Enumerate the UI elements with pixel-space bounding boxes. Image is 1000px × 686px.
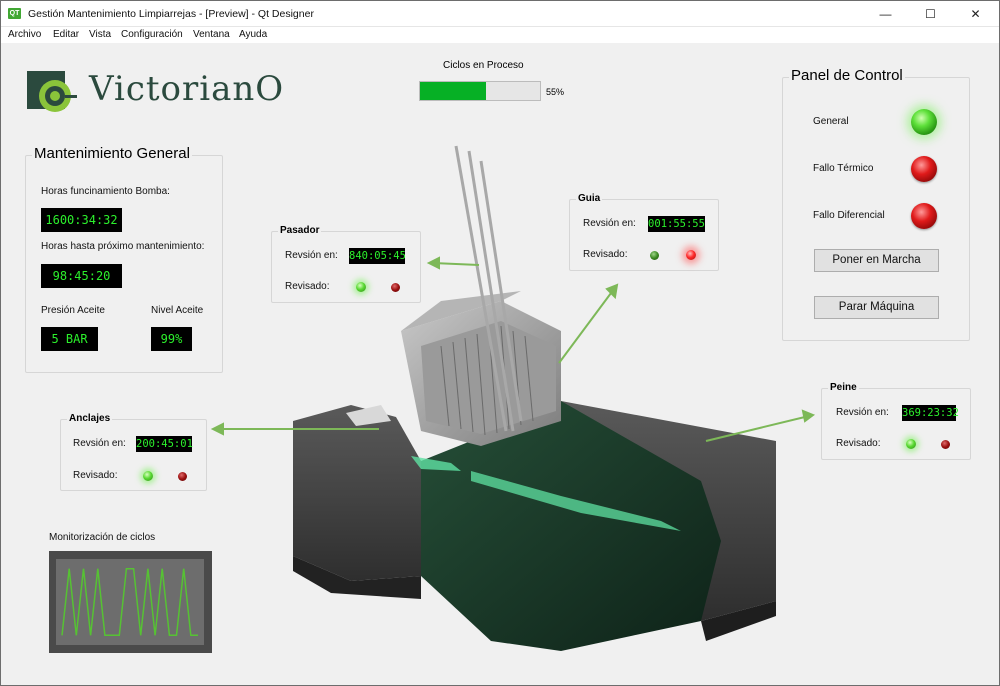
peine-ok-led-icon <box>906 439 916 449</box>
minimize-icon[interactable]: — <box>863 1 908 27</box>
oil-level-label: Nivel Aceite <box>151 305 204 316</box>
guia-group: Guia Revsión en: 001:55:55 Revisado: <box>569 193 719 271</box>
anclajes-ok-led-icon <box>143 471 153 481</box>
oil-level-display: 99% <box>151 327 192 351</box>
cycles-monitor-screen <box>56 559 204 645</box>
guia-revision-display: 001:55:55 <box>648 216 705 232</box>
next-maintenance-display: 98:45:20 <box>41 264 122 288</box>
pasador-checked-label: Revisado: <box>285 281 330 292</box>
stop-machine-button[interactable]: Parar Máquina <box>814 296 939 319</box>
peine-group: Peine Revsión en: 369:23:32 Revisado: <box>821 382 971 460</box>
maintenance-group: Mantenimiento General Horas funcinamient… <box>25 145 223 373</box>
cycles-trace <box>61 567 198 637</box>
window-title: Gestión Mantenimiento Limpiarrejas - [Pr… <box>28 8 314 20</box>
next-maintenance-label: Horas hasta próximo mantenimiento: <box>41 241 205 252</box>
cycles-monitor <box>49 551 212 653</box>
maintenance-title: Mantenimiento General <box>32 145 192 162</box>
pasador-title: Pasador <box>278 225 322 236</box>
cycles-trace-line <box>61 567 198 637</box>
control-panel-group: Panel de Control General Fallo Térmico F… <box>782 67 970 341</box>
pasador-fail-led-icon <box>391 283 400 292</box>
logo-text: VictorianO <box>89 69 285 109</box>
differential-fault-led-icon <box>911 203 937 229</box>
menu-configuracion[interactable]: Configuración <box>121 29 183 40</box>
title-bar[interactable]: QT Gestión Mantenimiento Limpiarrejas - … <box>1 1 999 27</box>
anclajes-revision-display: 200:45:01 <box>136 436 193 452</box>
monitor-title: Monitorización de ciclos <box>49 532 156 543</box>
progress-fill <box>420 82 486 100</box>
pasador-ok-led-icon <box>356 282 366 292</box>
maximize-icon[interactable]: ☐ <box>908 1 953 27</box>
differential-fault-label: Fallo Diferencial <box>813 210 885 221</box>
general-status-label: General <box>813 116 849 127</box>
progress-percent: 55% <box>546 87 565 97</box>
pasador-group: Pasador Revsión en: 840:05:45 Revisado: <box>271 225 421 303</box>
qt-app-icon: QT <box>8 8 21 19</box>
menu-vista[interactable]: Vista <box>89 29 111 40</box>
cycles-title: Ciclos en Proceso <box>443 60 524 71</box>
guia-checked-label: Revisado: <box>583 249 628 260</box>
general-status-led-icon <box>911 109 937 135</box>
thermal-fault-led-icon <box>911 156 937 182</box>
main-window: QT Gestión Mantenimiento Limpiarrejas - … <box>0 0 1000 686</box>
menu-archivo[interactable]: Archivo <box>8 29 41 40</box>
menu-ventana[interactable]: Ventana <box>193 29 230 40</box>
oil-pressure-label: Presión Aceite <box>41 305 105 316</box>
close-icon[interactable]: ✕ <box>953 1 998 27</box>
gear-logo-icon <box>27 71 77 112</box>
anclajes-checked-label: Revisado: <box>73 470 118 481</box>
pasador-revision-display: 840:05:45 <box>349 248 406 264</box>
oil-pressure-display: 5 BAR <box>41 327 98 351</box>
peine-title: Peine <box>828 382 859 393</box>
menu-ayuda[interactable]: Ayuda <box>239 29 267 40</box>
pasador-revision-label: Revsión en: <box>285 250 338 261</box>
peine-fail-led-icon <box>941 440 950 449</box>
guia-fail-led-icon <box>686 250 696 260</box>
anclajes-revision-label: Revsión en: <box>73 438 126 449</box>
control-panel-title: Panel de Control <box>789 67 905 84</box>
thermal-fault-label: Fallo Térmico <box>813 163 874 174</box>
pump-hours-display: 1600:34:32 <box>41 208 122 232</box>
peine-revision-label: Revsión en: <box>836 407 889 418</box>
peine-revision-display: 369:23:32 <box>902 405 959 421</box>
menu-bar: Archivo Editar Vista Configuración Venta… <box>1 27 999 43</box>
guia-title: Guia <box>576 193 603 204</box>
pump-hours-label: Horas funcinamiento Bomba: <box>41 186 170 197</box>
anclajes-group: Anclajes Revsión en: 200:45:01 Revisado: <box>60 413 207 491</box>
anclajes-title: Anclajes <box>67 413 113 424</box>
menu-editar[interactable]: Editar <box>53 29 79 40</box>
cycles-progress-bar <box>419 81 541 101</box>
guia-revision-label: Revsión en: <box>583 218 636 229</box>
guia-ok-led-icon <box>650 251 659 260</box>
start-machine-button[interactable]: Poner en Marcha <box>814 249 939 272</box>
anclajes-fail-led-icon <box>178 472 187 481</box>
victoriano-logo: VictorianO <box>25 69 283 119</box>
peine-checked-label: Revisado: <box>836 438 881 449</box>
